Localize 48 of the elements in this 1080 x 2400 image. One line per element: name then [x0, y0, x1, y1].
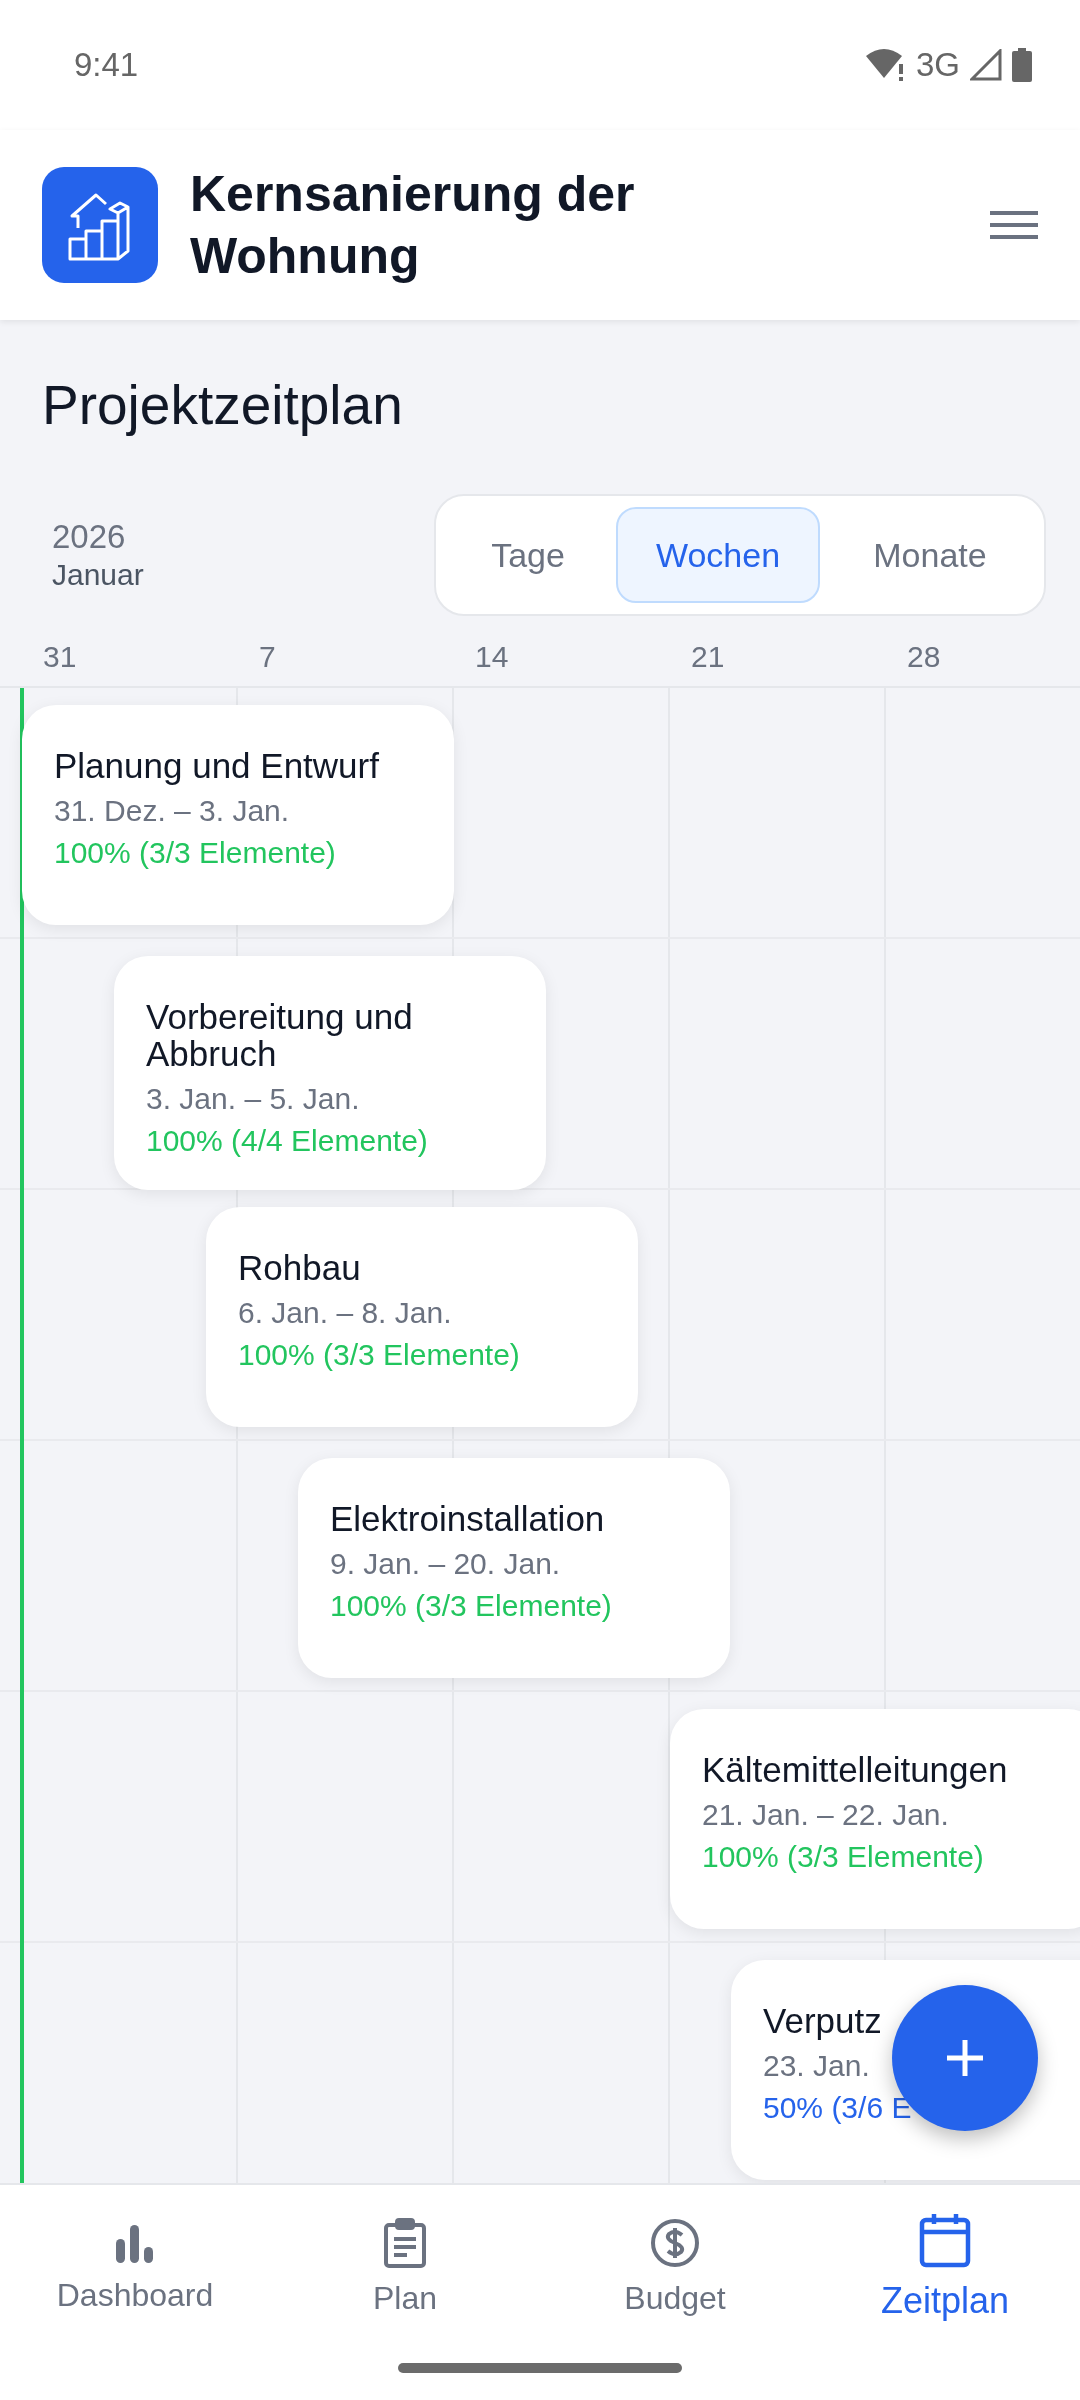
nav-item[interactable]: Plan: [270, 2185, 540, 2335]
menu-icon[interactable]: [990, 210, 1038, 240]
signal-icon: [970, 49, 1002, 81]
phase-dates: 3. Jan. – 5. Jan.: [146, 1081, 360, 1117]
phase-title: Kältemittelleitungen: [702, 1751, 1009, 1788]
page-title: Projektzeitplan: [41, 373, 404, 438]
phase-progress: 100% (3/3 Elemente): [238, 1337, 520, 1373]
view-tab[interactable]: Wochen: [616, 507, 820, 603]
phase-card[interactable]: Planung und Entwurf 31. Dez. – 3. Jan. 100% (3/3 Elemente): [22, 705, 454, 925]
phase-progress: 100% (4/4 Elemente): [146, 1123, 428, 1159]
nav-item[interactable]: Dashboard: [0, 2185, 270, 2335]
week-label: 14: [474, 640, 510, 675]
view-tab[interactable]: Monate: [828, 507, 1032, 603]
dollar-icon: [650, 2217, 700, 2268]
phase-title: Planung und Entwurf: [54, 747, 380, 784]
nav-item[interactable]: Zeitplan: [810, 2185, 1080, 2335]
phase-progress: 100% (3/3 Elemente): [54, 835, 336, 871]
month-label: Januar: [52, 558, 144, 592]
wifi-icon: [865, 48, 906, 82]
clipboard-icon: [383, 2217, 427, 2268]
week-label: 31: [42, 640, 78, 675]
phase-progress: 100% (3/3 Elemente): [702, 1839, 984, 1875]
project-title: Kernsanierung der Wohnung: [190, 165, 636, 286]
phase-card[interactable]: Kältemittelleitungen 21. Jan. – 22. Jan. 100% (3/3 Elemente): [670, 1709, 1080, 1929]
phase-card[interactable]: Elektroinstallation 9. Jan. – 20. Jan. 100% (3/3 Elemente): [298, 1458, 730, 1678]
week-label: 7: [258, 640, 277, 675]
phase-dates: 23. Jan.: [763, 2048, 870, 2084]
phase-title: Rohbau: [238, 1249, 362, 1286]
status-time: 9:41: [74, 46, 139, 84]
phase-card[interactable]: Vorbereitung und Abbruch 3. Jan. – 5. Jan. 100% (4/4 Elemente): [114, 956, 546, 1190]
phase-title: Elektroinstallation: [330, 1500, 606, 1537]
phase-title: Verputz: [763, 2002, 883, 2039]
week-label: 21: [690, 640, 726, 675]
phase-dates: 21. Jan. – 22. Jan.: [702, 1797, 949, 1833]
plus-icon: [945, 2038, 985, 2078]
phase-card[interactable]: Rohbau 6. Jan. – 8. Jan. 100% (3/3 Elemente): [206, 1207, 638, 1427]
network-type: 3G: [915, 46, 960, 84]
phase-dates: 6. Jan. – 8. Jan.: [238, 1295, 452, 1331]
phase-dates: 31. Dez. – 3. Jan.: [54, 793, 290, 829]
battery-icon: [1012, 48, 1032, 82]
view-tab[interactable]: Tage: [448, 507, 608, 603]
calendar-icon: [919, 2212, 971, 2268]
nav-item[interactable]: Budget: [540, 2185, 810, 2335]
phase-progress: 100% (3/3 Elemente): [330, 1588, 612, 1624]
year-label: 2026: [52, 518, 127, 556]
phase-dates: 9. Jan. – 20. Jan.: [330, 1546, 561, 1582]
phase-title: Vorbereitung und Abbruch: [146, 998, 414, 1072]
week-label: 28: [906, 640, 942, 675]
